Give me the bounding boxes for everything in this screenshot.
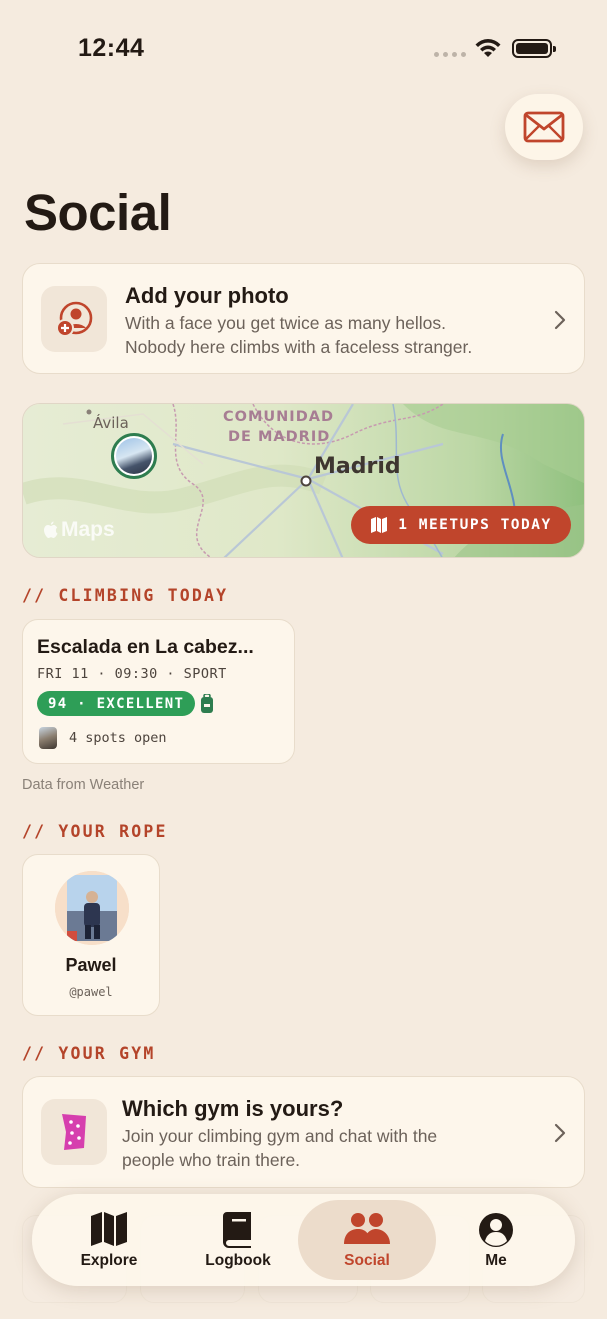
section-header-your-rope: // YOUR ROPE <box>22 822 168 841</box>
gym-wall-icon <box>41 1099 107 1165</box>
tab-social-label: Social <box>344 1252 390 1269</box>
cellular-signal-icon <box>434 52 466 57</box>
map-pin-avatar <box>116 438 152 474</box>
avatar <box>55 871 129 945</box>
backpack-icon <box>201 694 213 713</box>
rope-partner-handle: @pawel <box>69 985 113 999</box>
climb-event-title: Escalada en La cabez... <box>37 636 254 658</box>
add-photo-title: Add your photo <box>125 283 289 308</box>
maps-brand-label: Maps <box>61 518 115 541</box>
map-label-madrid: Madrid <box>314 454 401 479</box>
people-icon <box>344 1213 390 1244</box>
tab-logbook[interactable]: Logbook <box>169 1200 307 1280</box>
map-label-region-line1: COMUNIDAD <box>223 409 334 425</box>
choose-gym-subtitle-line1: Join your climbing gym and chat with the <box>122 1126 438 1146</box>
map-icon <box>371 517 388 533</box>
choose-gym-title: Which gym is yours? <box>122 1096 344 1121</box>
book-icon <box>223 1212 251 1248</box>
add-photo-subtitle-line2: Nobody here climbs with a faceless stran… <box>125 337 473 357</box>
tab-logbook-label: Logbook <box>205 1252 271 1269</box>
apple-logo-icon <box>44 521 58 538</box>
choose-gym-card[interactable]: Which gym is yours? Join your climbing g… <box>22 1076 585 1188</box>
spots-open-row: 4 spots open <box>39 727 167 749</box>
envelope-icon <box>523 111 565 143</box>
rope-partner-name: Pawel <box>65 955 117 975</box>
rope-partner-card[interactable]: Pawel @pawel <box>22 854 160 1016</box>
map-label-avila: Ávila <box>93 414 129 432</box>
spots-open-label: 4 spots open <box>69 730 167 746</box>
section-header-your-gym: // YOUR GYM <box>22 1044 156 1063</box>
wifi-icon <box>475 39 501 57</box>
add-photo-subtitle: With a face you get twice as many hellos… <box>125 311 545 359</box>
meetups-map[interactable]: Ávila COMUNIDAD DE MADRID Madrid Maps 1 … <box>22 403 585 558</box>
choose-gym-subtitle: Join your climbing gym and chat with the… <box>122 1124 542 1172</box>
maps-logo: Maps <box>43 518 115 542</box>
battery-icon <box>512 39 556 58</box>
status-time: 12:44 <box>78 34 145 62</box>
choose-gym-subtitle-line2: people who train there. <box>122 1150 301 1170</box>
conditions-score-badge: 94 · EXCELLENT <box>37 691 196 716</box>
tab-me-label: Me <box>485 1252 507 1269</box>
tab-explore-label: Explore <box>80 1252 138 1269</box>
tab-bar: Explore Logbook Social Me <box>32 1194 575 1286</box>
climb-event-meta: FRI 11 · 09:30 · SPORT <box>37 666 227 682</box>
section-header-climbing-today: // CLIMBING TODAY <box>22 586 229 605</box>
climb-event-card[interactable]: Escalada en La cabez... FRI 11 · 09:30 ·… <box>22 619 295 764</box>
chevron-right-icon <box>554 1123 566 1143</box>
participant-avatar <box>39 727 57 749</box>
person-circle-icon <box>479 1213 513 1247</box>
meetups-today-label: 1 MEETUPS TODAY <box>398 517 552 533</box>
chevron-right-icon <box>554 310 566 330</box>
add-photo-card[interactable]: Add your photo With a face you get twice… <box>22 263 585 374</box>
meetups-today-button[interactable]: 1 MEETUPS TODAY <box>351 506 571 544</box>
map-icon <box>91 1212 127 1246</box>
map-user-pin[interactable] <box>111 433 157 479</box>
add-photo-subtitle-line1: With a face you get twice as many hellos… <box>125 313 446 333</box>
status-bar: 12:44 <box>0 0 607 96</box>
add-photo-icon <box>41 286 107 352</box>
tab-me[interactable]: Me <box>427 1200 565 1280</box>
messages-button[interactable] <box>505 94 583 160</box>
weather-credit: Data from Weather <box>22 777 145 793</box>
map-label-region-line2: DE MADRID <box>228 429 331 445</box>
avatar-photo <box>55 871 129 945</box>
tab-explore[interactable]: Explore <box>40 1200 178 1280</box>
tab-social[interactable]: Social <box>298 1200 436 1280</box>
page-title: Social <box>24 184 172 241</box>
